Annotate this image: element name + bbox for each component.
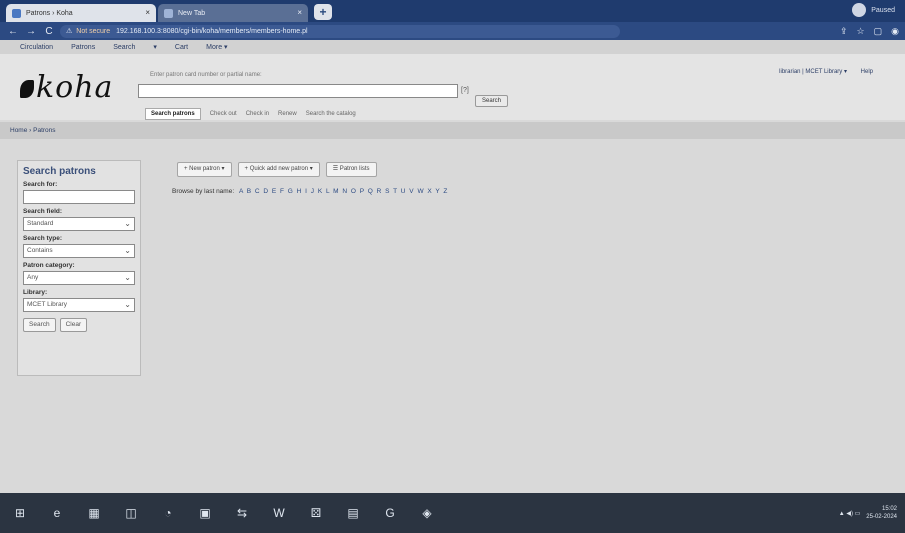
profile-button[interactable]: Paused	[852, 3, 895, 17]
browser-tabstrip: Patrons › Koha × New Tab × + Paused	[0, 0, 905, 22]
app-icon[interactable]: ⇆	[230, 502, 254, 524]
select-value: MCET Library	[27, 301, 67, 308]
app-icon[interactable]: ◈	[415, 502, 439, 524]
select-value: Standard	[27, 220, 54, 227]
koha-header: Circulation Patrons Search ▾ Cart More ▾…	[0, 40, 905, 120]
warning-icon: ⚠	[66, 28, 73, 35]
tab-check-in[interactable]: Check in	[246, 111, 269, 117]
bookmark-star-icon[interactable]: ☆	[857, 26, 865, 37]
forward-button[interactable]: →	[24, 26, 38, 37]
header-search-tabs: Search patrons Check out Check in Renew …	[145, 108, 365, 120]
chevron-down-icon: ⌄	[124, 273, 131, 282]
menu-cart[interactable]: Cart	[175, 44, 188, 51]
menu-search[interactable]: Search	[113, 44, 135, 51]
app-icon[interactable]: ▤	[341, 502, 365, 524]
extension-icon[interactable]: ◉	[891, 26, 899, 37]
panel-title: Search patrons	[23, 166, 96, 177]
login-text[interactable]: librarian | MCET Library ▾	[779, 69, 847, 75]
share-icon[interactable]: ⇪	[840, 26, 848, 37]
select-value: Any	[27, 274, 39, 281]
library-label: Library:	[23, 289, 48, 296]
search-type-label: Search type:	[23, 235, 63, 242]
start-icon[interactable]: ⊞	[8, 502, 32, 524]
word-icon[interactable]: W	[267, 502, 291, 524]
app-icon[interactable]: ◔	[156, 502, 180, 524]
library-select[interactable]: MCET Library ⌄	[23, 298, 135, 312]
newtab-favicon-icon	[164, 8, 173, 18]
search-for-label: Search for:	[23, 181, 58, 188]
tab-title: Patrons › Koha	[26, 9, 73, 17]
tab-search-catalog[interactable]: Search the catalog	[306, 111, 356, 117]
new-patron-button[interactable]: + New patron ▾	[177, 162, 232, 177]
search-type-select[interactable]: Contains ⌄	[23, 244, 135, 258]
patron-category-label: Patron category:	[23, 262, 75, 269]
ie-icon[interactable]: e	[45, 502, 69, 524]
alphabet-links[interactable]: A B C D E F G H I J K L M N O P Q R S T …	[239, 188, 448, 195]
new-tab-button[interactable]: +	[314, 4, 332, 20]
app-icon[interactable]: ▣	[193, 502, 217, 524]
clock-time: 15:02	[881, 506, 897, 512]
logo-text: koha	[36, 70, 114, 105]
address-bar-row: ← → C ⚠ Not secure 192.168.100.3:8080/cg…	[0, 22, 905, 40]
breadcrumb[interactable]: Home › Patrons	[0, 122, 905, 139]
chevron-down-icon: ⌄	[124, 300, 131, 309]
browser-tab-patrons[interactable]: Patrons › Koha ×	[6, 4, 156, 22]
tab-renew[interactable]: Renew	[278, 111, 297, 117]
search-hint: Enter patron card number or partial name…	[150, 72, 262, 78]
tab-check-out[interactable]: Check out	[210, 111, 237, 117]
browser-tab-newtab[interactable]: New Tab ×	[158, 4, 308, 22]
koha-menubar: Circulation Patrons Search ▾ Cart More ▾	[0, 40, 905, 54]
patron-toolbar: + New patron ▾ + Quick add new patron ▾ …	[177, 162, 377, 177]
chevron-down-icon: ⌄	[124, 246, 131, 255]
app-icon[interactable]: ⚄	[304, 502, 328, 524]
patron-lists-button[interactable]: ☰ Patron lists	[325, 162, 377, 177]
help-icon[interactable]: [?]	[461, 87, 469, 94]
clock[interactable]: 15:02 25-02-2024	[866, 505, 897, 521]
chevron-down-icon[interactable]: ▾	[153, 43, 157, 51]
file-explorer-icon[interactable]: ▦	[82, 502, 106, 524]
security-label[interactable]: Not secure	[76, 28, 110, 35]
logged-in-user[interactable]: librarian | MCET Library ▾ Help	[779, 68, 873, 75]
search-button[interactable]: Search	[23, 318, 56, 332]
os-taskbar: ⊞ e ▦ ◫ ◔ ▣ ⇆ W ⚄ ▤ G ◈ ▲ ◀) ▭ 15:02 25-…	[0, 493, 905, 533]
tab-title: New Tab	[178, 9, 206, 17]
header-submit-button[interactable]: Search	[475, 95, 509, 107]
search-for-input[interactable]	[23, 190, 135, 204]
koha-favicon-icon	[12, 8, 21, 18]
close-tab-icon[interactable]: ×	[297, 8, 302, 17]
koha-logo[interactable]: koha	[20, 70, 113, 105]
profile-status: Paused	[871, 6, 895, 14]
clear-button[interactable]: Clear	[59, 318, 88, 332]
search-field-select[interactable]: Standard ⌄	[23, 217, 135, 231]
url-text: 192.168.100.3:8080/cgi-bin/koha/members/…	[116, 27, 308, 35]
quick-add-patron-button[interactable]: + Quick add new patron ▾	[237, 162, 320, 177]
browse-by-last-name: Browse by last name: A B C D E F G H I J…	[172, 188, 448, 195]
koha-leaf-icon	[20, 80, 34, 98]
close-tab-icon[interactable]: ×	[145, 8, 150, 17]
url-input[interactable]: ⚠ Not secure 192.168.100.3:8080/cgi-bin/…	[60, 24, 620, 38]
back-button[interactable]: ←	[6, 26, 20, 37]
help-link[interactable]: Help	[861, 69, 873, 75]
patron-category-select[interactable]: Any ⌄	[23, 271, 135, 285]
browse-label: Browse by last name:	[172, 188, 235, 195]
reload-button[interactable]: C	[42, 26, 56, 37]
search-patrons-panel: Search patrons Search for: Search field:…	[17, 160, 141, 376]
menu-more[interactable]: More ▾	[206, 43, 227, 51]
patron-search-input[interactable]	[138, 84, 458, 98]
sidebar-buttons: Search Clear	[23, 318, 135, 332]
chevron-down-icon: ⌄	[124, 219, 131, 228]
menu-patrons[interactable]: Patrons	[71, 44, 95, 51]
avatar	[852, 3, 867, 17]
menu-circulation[interactable]: Circulation	[20, 44, 53, 51]
tray-icons[interactable]: ▲ ◀) ▭	[839, 510, 861, 517]
chrome-icon[interactable]: G	[378, 502, 402, 524]
tab-search-patrons[interactable]: Search patrons	[145, 108, 201, 120]
select-value: Contains	[27, 247, 53, 254]
media-icon[interactable]: ◫	[119, 502, 143, 524]
browser-actions: ⇪ ☆ ▢ ◉	[840, 26, 899, 37]
search-field-label: Search field:	[23, 208, 63, 215]
tab-window-icon[interactable]: ▢	[874, 26, 883, 37]
clock-date: 25-02-2024	[866, 514, 897, 520]
system-tray: ▲ ◀) ▭ 15:02 25-02-2024	[839, 505, 897, 521]
